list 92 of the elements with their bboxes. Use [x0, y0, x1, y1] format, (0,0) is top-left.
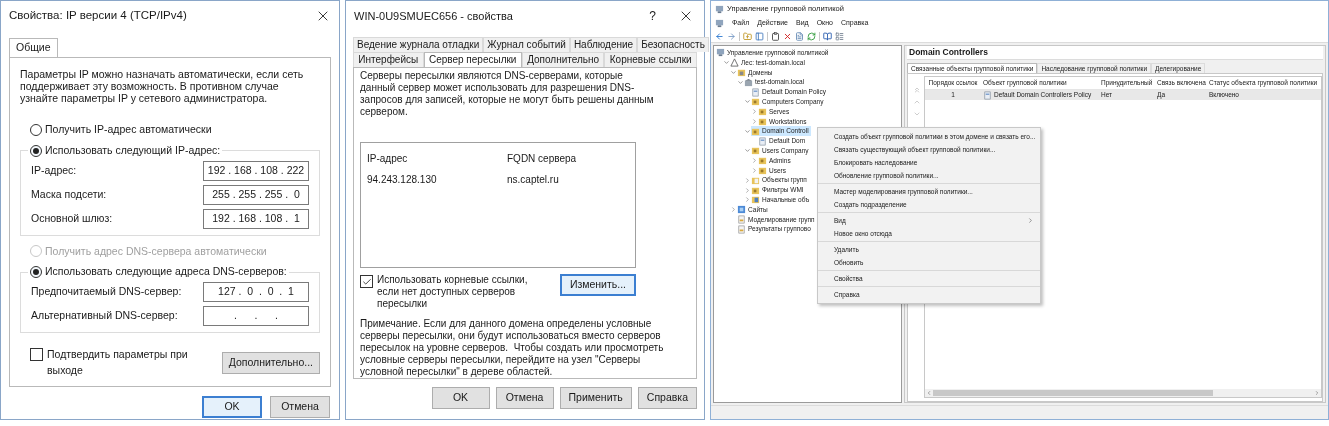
help-book-icon[interactable] [823, 31, 832, 41]
radio-label[interactable]: Использовать следующие адреса DNS-серверов: [45, 264, 287, 280]
table-cell-text: 94.243.128.130 [367, 173, 438, 187]
chevron-right-icon[interactable] [744, 176, 751, 184]
chevron-down-icon[interactable] [744, 127, 751, 135]
checkbox-label[interactable]: Использовать корневые ссылки, если нет доступных серверов пересылки [377, 274, 550, 310]
dialog-button[interactable]: Применить [559, 387, 632, 409]
refresh-icon[interactable] [807, 31, 816, 41]
radio-button[interactable] [30, 123, 42, 136]
edit-button[interactable]: Изменить... [559, 274, 636, 296]
tab[interactable]: Общие [9, 38, 58, 57]
field-label: Маска подсети: [31, 186, 107, 202]
note-text: Примечание. Если для данного домена определены условные серверы пересылки, они будут использоваться вместо серверов пересылок на уровне серверов. Чтобы создать или просмотреть условные серверы пересылки, перейдите на узел "Серверы условной пересылки" в дереве областей. [360, 318, 665, 378]
scroll-icon [758, 136, 767, 146]
dialog-button[interactable]: Справка [637, 387, 697, 409]
panel-icon[interactable] [755, 31, 764, 41]
list-icon[interactable] [835, 31, 844, 41]
triangle-icon [730, 58, 739, 68]
tab[interactable]: Интерфейсы [353, 52, 424, 67]
ip-address-field[interactable]: . . . [203, 306, 309, 326]
advanced-button[interactable]: Дополнительно... [221, 351, 320, 374]
back-arrow-icon[interactable] [715, 31, 724, 41]
description-text: Серверы пересылки являются DNS-серверами, которые данный сервер может использовать для разрешения DNS-запросов для записей, которые не могут быть решены данным сервером. [360, 70, 655, 118]
document-icon[interactable] [795, 31, 804, 41]
checkbox-label[interactable]: Подтвердить параметры при выходе [47, 347, 222, 379]
move-top-icon[interactable] [913, 86, 921, 94]
help-button[interactable]: ? [649, 7, 656, 25]
chevron-right-icon[interactable] [751, 117, 758, 125]
field-label: Основной шлюз: [31, 210, 113, 226]
intro-text: Параметры IP можно назначать автоматически, если сеть поддерживает эту возможность. В противном случае узнайте параметры IP у сетевого администратора. [20, 68, 305, 104]
console-icon [716, 48, 725, 58]
ip-address-field[interactable]: 255 . 255 . 255 . 0 [203, 184, 309, 205]
chevron-right-icon[interactable] [751, 108, 758, 116]
folder-icon [737, 68, 746, 77]
chevron-right-icon[interactable] [744, 196, 751, 204]
scroll-icon [983, 90, 992, 100]
chevron-right-icon[interactable] [730, 206, 737, 214]
folder-icon [751, 175, 760, 185]
radio-button[interactable] [30, 266, 42, 279]
horizontal-scrollbar[interactable] [925, 389, 1321, 397]
folder-icon [751, 195, 760, 205]
scroll-left-icon[interactable] [926, 390, 932, 396]
move-up-icon[interactable] [913, 98, 921, 106]
field-label: IP-адрес: [31, 162, 77, 178]
column-header[interactable]: IP-адрес [367, 151, 507, 166]
folder-up-icon[interactable] [743, 31, 752, 41]
radio-button[interactable] [30, 144, 42, 157]
ip-address-field[interactable]: 127 . 0 . 0 . 1 [203, 282, 309, 302]
building-icon [744, 77, 753, 87]
forward-arrow-icon[interactable] [727, 31, 736, 41]
dialog-button[interactable]: Отмена [495, 387, 554, 409]
dialog-button[interactable]: OK [202, 396, 262, 418]
column-header[interactable]: FQDN сервера [507, 151, 629, 166]
console-icon [715, 4, 724, 14]
tab[interactable]: Корневые ссылки [604, 52, 697, 67]
scroll-right-icon[interactable] [1314, 390, 1320, 396]
window-title: WIN-0U9SMUEC656 - свойства [354, 8, 513, 24]
field-label: Альтернативный DNS-сервер: [31, 308, 178, 324]
tab[interactable]: Сервер пересылки [423, 52, 522, 67]
pane-title: Domain Controllers [909, 46, 988, 59]
chevron-down-icon[interactable] [730, 69, 737, 76]
tab[interactable]: Безопасность [637, 37, 709, 52]
radio-label[interactable]: Использовать следующий IP-адрес: [45, 142, 221, 159]
chevron-down-icon[interactable] [744, 98, 751, 106]
ip-address-field[interactable]: 192 . 168 . 108 . 1 [203, 208, 309, 229]
tab[interactable]: Ведение журнала отладки [353, 37, 484, 52]
radio-label[interactable]: Получить IP-адрес автоматически [45, 122, 212, 138]
table-cell-text: ns.captel.ru [507, 173, 560, 187]
document-icon [737, 214, 746, 224]
move-down-icon[interactable] [913, 110, 921, 118]
checkbox[interactable] [360, 275, 373, 288]
dialog-button[interactable]: OK [431, 387, 490, 409]
document-icon [737, 224, 746, 234]
scroll-icon [751, 87, 760, 97]
tab[interactable]: Дополнительно [521, 52, 605, 67]
console-icon [715, 19, 724, 28]
delete-icon[interactable] [783, 31, 792, 41]
window-title: Свойства: IP версии 4 (TCP/IPv4) [9, 8, 187, 24]
chevron-right-icon[interactable] [751, 157, 758, 165]
dialog-button[interactable]: Отмена [270, 396, 330, 418]
field-label: Предпочитаемый DNS-сервер: [31, 284, 182, 300]
tab[interactable]: Наблюдение [569, 37, 638, 52]
chevron-down-icon[interactable] [744, 147, 751, 155]
ip-address-field[interactable]: 192 . 168 . 108 . 222 [203, 160, 309, 181]
checkmark-icon [361, 276, 372, 287]
chevron-right-icon[interactable] [751, 166, 758, 174]
tab[interactable]: Журнал событий [483, 37, 570, 52]
checkbox[interactable] [30, 348, 43, 361]
clipboard-icon[interactable] [771, 31, 780, 41]
chevron-down-icon[interactable] [723, 59, 730, 67]
chevron-right-icon[interactable] [744, 186, 751, 194]
chevron-down-icon[interactable] [737, 78, 744, 86]
